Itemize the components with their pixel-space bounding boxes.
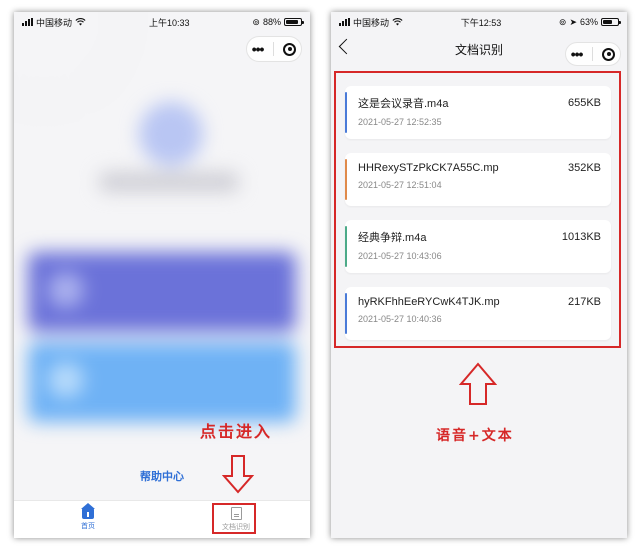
status-time: 上午10:33 [148, 17, 190, 28]
rotation-lock-icon: ⊚ [252, 16, 260, 27]
left-phone-screen: 中国移动 上午10:33 ⊚ 88% ••• 帮助中心 首页 文档识别 [14, 12, 310, 538]
help-center-link[interactable]: 帮助中心 [14, 468, 310, 484]
tab-home[interactable]: 首页 [14, 501, 162, 538]
miniprogram-capsule: ••• [246, 36, 302, 62]
battery-icon [283, 18, 304, 26]
more-dots-icon[interactable]: ••• [571, 47, 584, 61]
battery-percent: 63% [579, 17, 598, 27]
highlight-box-file-list [334, 71, 621, 348]
status-time: 下午12:53 [460, 17, 502, 28]
blurred-avatar [139, 102, 203, 166]
back-arrow-icon[interactable] [338, 38, 355, 55]
battery-percent: 88% [262, 17, 281, 27]
battery-icon [601, 18, 621, 26]
wifi-icon [75, 18, 86, 26]
wifi-icon [392, 18, 403, 26]
close-target-icon[interactable] [283, 42, 297, 56]
blurred-title [99, 172, 239, 192]
blurred-home-content [14, 12, 310, 538]
location-icon: ➤ [569, 16, 577, 27]
rotation-lock-icon: ⊚ [558, 16, 567, 27]
status-bar: 中国移动 上午10:33 ⊚ 88% [14, 12, 310, 32]
tab-home-label: 首页 [81, 523, 95, 530]
close-target-icon[interactable] [602, 47, 616, 61]
signal-icon [339, 18, 350, 26]
carrier-label: 中国移动 [353, 17, 390, 28]
carrier-label: 中国移动 [36, 17, 73, 28]
home-icon [81, 503, 95, 519]
status-bar: 中国移动 下午12:53 ⊚ ➤ 63% [331, 12, 627, 32]
annotation-voice-text: 语音+文本 [436, 428, 514, 444]
signal-icon [22, 18, 33, 26]
annotation-click-enter: 点击进入 [200, 422, 273, 441]
bottom-tab-bar: 首页 文档识别 [14, 500, 310, 538]
screenshot-stage: 中国移动 上午10:33 ⊚ 88% ••• 帮助中心 首页 文档识别 中国移动… [0, 0, 640, 551]
page-title: 文档识别 [454, 42, 503, 57]
miniprogram-capsule: ••• [565, 42, 621, 66]
highlight-box-tab [212, 503, 256, 534]
more-dots-icon[interactable]: ••• [252, 42, 265, 56]
down-arrow-icon [222, 455, 254, 494]
up-arrow-icon [459, 362, 497, 405]
